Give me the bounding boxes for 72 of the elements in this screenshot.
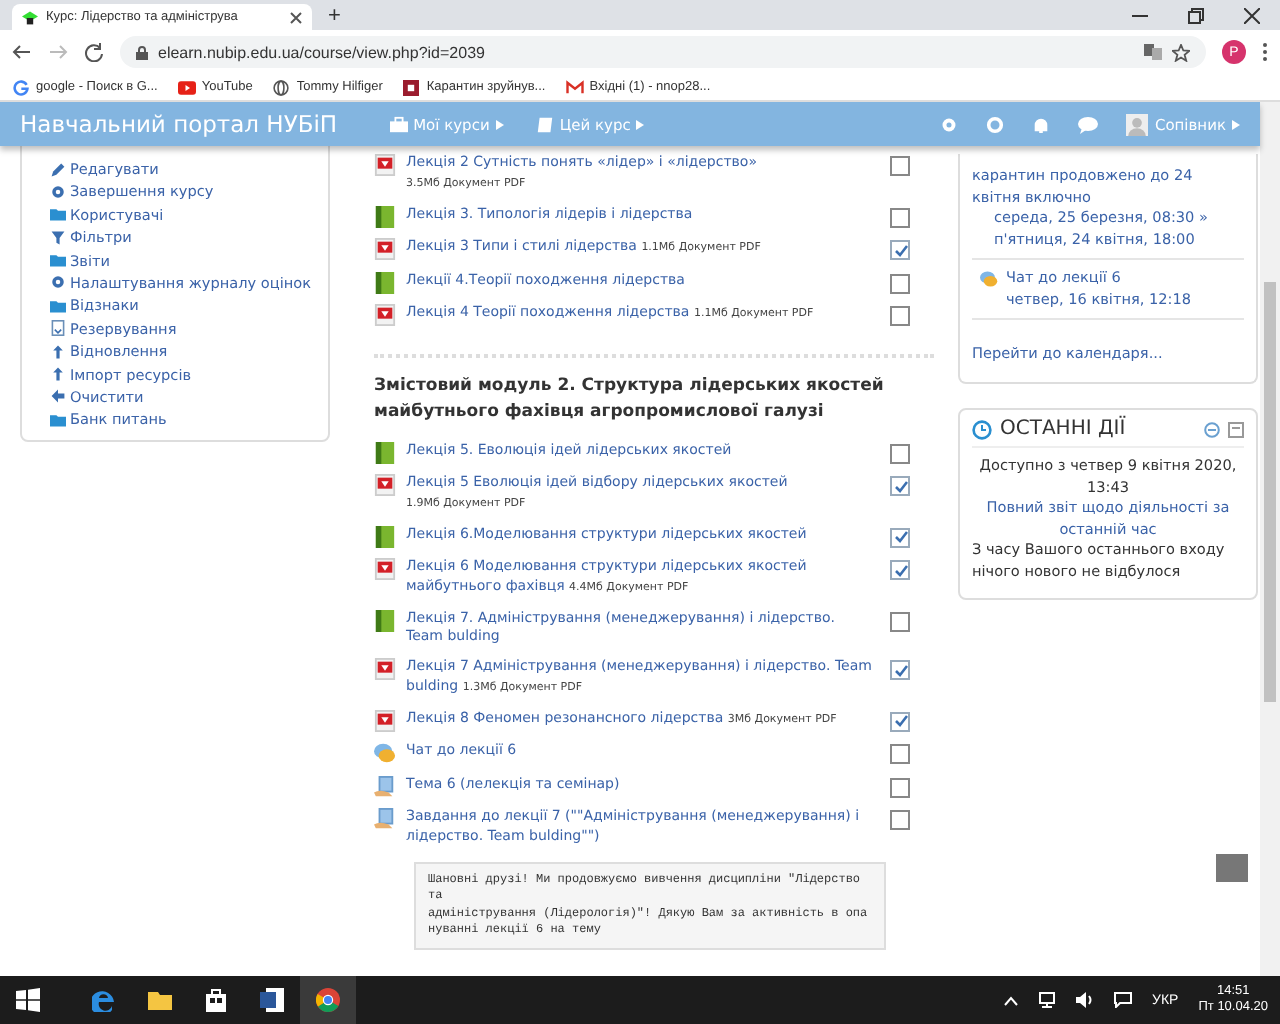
pencil-icon — [50, 161, 66, 177]
pdf-file-icon — [374, 709, 396, 731]
back-arrow-icon[interactable] — [12, 42, 32, 62]
star-icon[interactable] — [1172, 43, 1190, 61]
network-icon[interactable] — [1038, 992, 1057, 1008]
word-document-icon[interactable] — [260, 988, 284, 1012]
block-title: ОСТАННІ ДІЇ — [1000, 419, 1128, 440]
reload-icon[interactable] — [84, 42, 104, 62]
shopping-bag-icon[interactable] — [204, 988, 228, 1012]
completion-checkbox[interactable] — [890, 476, 910, 496]
completion-checkbox[interactable] — [890, 240, 910, 260]
pdf-file-icon — [374, 474, 396, 496]
page-in-hand-icon — [374, 775, 396, 797]
completion-checkbox[interactable] — [890, 777, 910, 797]
graduation-cap-icon — [22, 9, 38, 25]
chat-bubbles-icon — [980, 270, 998, 288]
more-menu-icon[interactable] — [1262, 42, 1268, 62]
dock-icon[interactable] — [1228, 421, 1244, 438]
completion-checkbox[interactable] — [890, 810, 910, 830]
lock-icon — [136, 45, 148, 59]
page-in-hand-icon — [374, 808, 396, 830]
pdf-file-icon — [374, 304, 396, 326]
completion-checkbox[interactable] — [890, 207, 910, 227]
folder-icon — [50, 206, 66, 223]
briefcase-icon — [389, 115, 408, 133]
completion-checkbox[interactable] — [890, 744, 910, 764]
caret-icon — [636, 119, 645, 129]
completion-checkbox[interactable] — [890, 611, 910, 631]
chat-bubbles-icon — [374, 742, 396, 764]
close-icon[interactable] — [1244, 7, 1260, 23]
clock-icon — [972, 419, 992, 440]
collapse-icon[interactable] — [1204, 421, 1220, 438]
edge-browser-icon[interactable] — [92, 988, 116, 1012]
completion-checkbox[interactable] — [890, 306, 910, 326]
completion-checkbox[interactable] — [890, 711, 910, 731]
completion-checkbox[interactable] — [890, 527, 910, 547]
site-logo-icon — [402, 79, 421, 95]
address-bar[interactable]: elearn.nubip.edu.ua/course/view.php?id=2039 — [120, 36, 1206, 68]
close-tab-icon[interactable] — [290, 11, 302, 23]
globe-icon — [272, 79, 291, 95]
pdf-file-icon — [374, 658, 396, 680]
google-icon — [12, 79, 30, 95]
section-title: Змістовий модуль 2. Структура лідерських якостей майбутнього фахівця агропромислової галузі — [374, 373, 886, 425]
chrome-browser-icon[interactable] — [316, 988, 340, 1012]
folder-icon[interactable] — [148, 988, 172, 1012]
completion-checkbox[interactable] — [890, 273, 910, 293]
pdf-file-icon — [374, 558, 396, 580]
restore-icon[interactable] — [1188, 7, 1204, 23]
folder-icon — [50, 252, 66, 269]
play-icon — [177, 79, 196, 95]
completion-checkbox[interactable] — [890, 443, 910, 463]
caret-icon — [1232, 119, 1240, 129]
folder-icon — [50, 297, 66, 314]
completion-checkbox[interactable] — [890, 156, 910, 176]
completion-checkbox[interactable] — [890, 560, 910, 580]
document-icon — [50, 320, 66, 337]
filter-icon — [50, 229, 66, 246]
pdf-file-icon — [374, 154, 396, 176]
left-arrow-icon — [50, 388, 66, 405]
caret-up-icon[interactable] — [1004, 995, 1019, 1005]
speaker-icon[interactable] — [1076, 992, 1095, 1008]
caret-icon — [495, 119, 504, 129]
notification-icon[interactable] — [1114, 992, 1133, 1008]
user-avatar-icon — [1126, 113, 1149, 135]
scrollbar[interactable] — [1260, 102, 1280, 978]
mail-icon — [565, 79, 584, 95]
translate-icon[interactable] — [1144, 44, 1162, 60]
pdf-file-icon — [374, 238, 396, 260]
new-tab-button[interactable]: + — [328, 4, 341, 30]
completion-checkbox[interactable] — [890, 660, 910, 680]
windows-logo-icon[interactable] — [16, 988, 40, 1012]
folder-icon — [50, 411, 66, 428]
